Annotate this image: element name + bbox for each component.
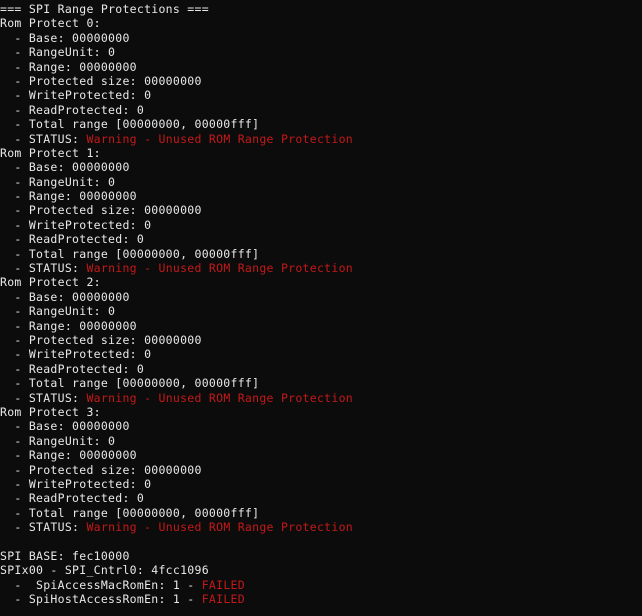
terminal-line: - Protected size: 00000000 — [0, 74, 642, 88]
terminal-line: - ReadProtected: 0 — [0, 491, 642, 505]
terminal-line: SPI BASE: fec10000 — [0, 549, 642, 563]
terminal-text: Rom Protect 3: — [0, 404, 101, 419]
terminal-text: SPIx00 - SPI_Cntrl0: 4fcc1096 — [0, 563, 209, 578]
terminal-line: - Base: 00000000 — [0, 31, 642, 45]
terminal-line: - SpiAccessMacRomEn: 1 - FAILED — [0, 578, 642, 592]
terminal-text: - WriteProtected: 0 — [0, 88, 152, 103]
terminal-line: - Base: 00000000 — [0, 290, 642, 304]
terminal-line: - RangeUnit: 0 — [0, 175, 642, 189]
terminal-line: - STATUS: Warning - Unused ROM Range Pro… — [0, 261, 642, 275]
terminal-line: - RangeUnit: 0 — [0, 434, 642, 448]
terminal-line: - WriteProtected: 0 — [0, 88, 642, 102]
terminal-line: - RangeUnit: 0 — [0, 45, 642, 59]
terminal-text: - STATUS: — [0, 390, 87, 405]
terminal-text: SPI BASE: fec10000 — [0, 548, 130, 563]
terminal-text: - Range: 00000000 — [0, 318, 137, 333]
terminal-line: - WriteProtected: 0 — [0, 347, 642, 361]
status-warning-text: Warning - Unused ROM Range Protection — [86, 390, 353, 405]
terminal-text: - Total range [00000000, 00000fff] — [0, 376, 260, 391]
terminal-text: Rom Protect 0: — [0, 16, 101, 31]
terminal-text: - ReadProtected: 0 — [0, 361, 145, 376]
status-warning-text: Warning - Unused ROM Range Protection — [86, 131, 353, 146]
terminal-text: - Range: 00000000 — [0, 189, 137, 204]
terminal-text: - Protected size: 00000000 — [0, 73, 202, 88]
terminal-text: - Total range [00000000, 00000fff] — [0, 246, 260, 261]
terminal-line: Rom Protect 0: — [0, 16, 642, 30]
terminal-line: - STATUS: Warning - Unused ROM Range Pro… — [0, 391, 642, 405]
terminal-text: === SPI Range Protections === — [0, 2, 209, 16]
terminal-text: Rom Protect 2: — [0, 275, 101, 290]
terminal-text: - RangeUnit: 0 — [0, 45, 116, 60]
terminal-line: - STATUS: Warning - Unused ROM Range Pro… — [0, 132, 642, 146]
terminal-text: - Range: 00000000 — [0, 448, 137, 463]
terminal-line: Rom Protect 1: — [0, 146, 642, 160]
terminal-text: - SpiAccessMacRomEn: 1 - — [0, 577, 202, 592]
terminal-text: - STATUS: — [0, 520, 87, 535]
terminal-text: - Base: 00000000 — [0, 160, 130, 175]
terminal-line: - Protected size: 00000000 — [0, 463, 642, 477]
status-failed-text: FAILED — [201, 592, 245, 607]
terminal-line: SPIx00 - SPI_Cntrl0: 4fcc1096 — [0, 563, 642, 577]
terminal-line: - ReadProtected: 0 — [0, 232, 642, 246]
terminal-line: - Total range [00000000, 00000fff] — [0, 117, 642, 131]
terminal-text: - SpiHostAccessRomEn: 1 - — [0, 592, 202, 607]
terminal-text: - Protected size: 00000000 — [0, 203, 202, 218]
terminal-text: - ReadProtected: 0 — [0, 232, 145, 247]
status-warning-text: Warning - Unused ROM Range Protection — [86, 261, 353, 276]
terminal-line: - WriteProtected: 0 — [0, 477, 642, 491]
terminal-line: - Range: 00000000 — [0, 319, 642, 333]
terminal-line: === SPI Range Protections === — [0, 2, 642, 16]
status-failed-text: FAILED — [201, 577, 245, 592]
terminal-line: Rom Protect 2: — [0, 275, 642, 289]
terminal-text: - Base: 00000000 — [0, 419, 130, 434]
terminal-line: - ReadProtected: 0 — [0, 103, 642, 117]
terminal-line: - Total range [00000000, 00000fff] — [0, 247, 642, 261]
terminal-text: - Base: 00000000 — [0, 30, 130, 45]
terminal-text: - ReadProtected: 0 — [0, 102, 145, 117]
terminal-text: - ReadProtected: 0 — [0, 491, 145, 506]
terminal-line: - SpiHostAccessRomEn: 1 - FAILED — [0, 592, 642, 606]
terminal-text: - Protected size: 00000000 — [0, 332, 202, 347]
terminal-text: - RangeUnit: 0 — [0, 433, 116, 448]
terminal-line: - Base: 00000000 — [0, 419, 642, 433]
terminal-line: - ReadProtected: 0 — [0, 362, 642, 376]
terminal-text: - WriteProtected: 0 — [0, 347, 152, 362]
terminal-text: - Base: 00000000 — [0, 289, 130, 304]
terminal-text: - WriteProtected: 0 — [0, 476, 152, 491]
terminal-text: - RangeUnit: 0 — [0, 174, 116, 189]
terminal-line: - STATUS: Warning - Unused ROM Range Pro… — [0, 520, 642, 534]
terminal-text: Rom Protect 1: — [0, 145, 101, 160]
terminal-line: - Protected size: 00000000 — [0, 333, 642, 347]
terminal-line: - Protected size: 00000000 — [0, 203, 642, 217]
terminal-text: - Total range [00000000, 00000fff] — [0, 505, 260, 520]
terminal-line: - WriteProtected: 0 — [0, 218, 642, 232]
terminal-text: - RangeUnit: 0 — [0, 304, 116, 319]
terminal-text: - Protected size: 00000000 — [0, 462, 202, 477]
terminal-text: - Range: 00000000 — [0, 59, 137, 74]
terminal-line: - Range: 00000000 — [0, 448, 642, 462]
terminal-output-console[interactable]: === SPI Range Protections === Rom Protect… — [0, 0, 642, 616]
terminal-text: - WriteProtected: 0 — [0, 217, 152, 232]
status-warning-text: Warning - Unused ROM Range Protection — [86, 520, 353, 535]
terminal-line: - Total range [00000000, 00000fff] — [0, 506, 642, 520]
terminal-line: Rom Protect 3: — [0, 405, 642, 419]
terminal-line: - Range: 00000000 — [0, 60, 642, 74]
terminal-line: - RangeUnit: 0 — [0, 304, 642, 318]
terminal-text: - STATUS: — [0, 131, 87, 146]
terminal-line: - Total range [00000000, 00000fff] — [0, 376, 642, 390]
terminal-text: - STATUS: — [0, 261, 87, 276]
terminal-text: - Total range [00000000, 00000fff] — [0, 117, 260, 132]
terminal-line: - Base: 00000000 — [0, 160, 642, 174]
terminal-line: - Range: 00000000 — [0, 189, 642, 203]
